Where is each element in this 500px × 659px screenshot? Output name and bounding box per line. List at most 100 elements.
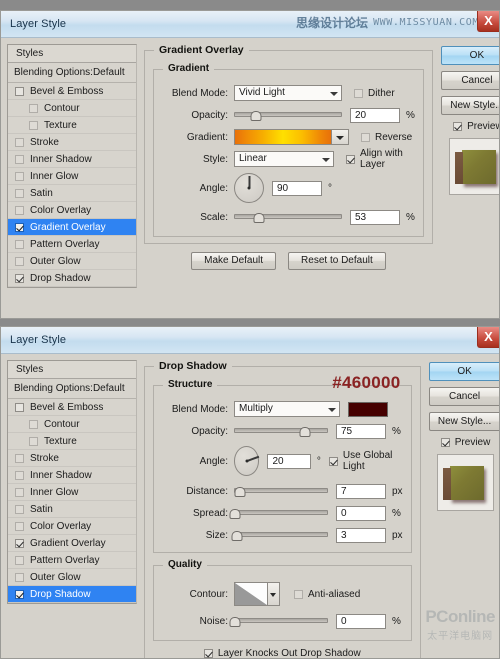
sidebar-item-color-overlay[interactable]: Color Overlay bbox=[8, 202, 136, 219]
slider-thumb[interactable] bbox=[229, 509, 240, 519]
checkbox-icon[interactable] bbox=[15, 189, 24, 198]
checkbox-icon[interactable] bbox=[354, 89, 363, 98]
checkbox-icon[interactable] bbox=[15, 488, 24, 497]
sidebar-item-stroke[interactable]: Stroke bbox=[8, 134, 136, 151]
checkbox-icon[interactable] bbox=[15, 257, 24, 266]
checkbox-icon[interactable] bbox=[15, 274, 24, 283]
blend-mode-select[interactable]: Multiply bbox=[234, 401, 340, 417]
slider-thumb[interactable] bbox=[234, 487, 245, 497]
angle-dial[interactable] bbox=[234, 173, 264, 203]
checkbox-icon[interactable] bbox=[15, 573, 24, 582]
sidebar-item-bevel-emboss[interactable]: Bevel & Emboss bbox=[8, 399, 136, 416]
size-input[interactable]: 3 bbox=[336, 528, 386, 543]
blend-mode-select[interactable]: Vivid Light bbox=[234, 85, 342, 101]
sidebar-item-gradient-overlay[interactable]: Gradient Overlay bbox=[8, 535, 136, 552]
size-slider[interactable] bbox=[234, 528, 328, 542]
opacity-slider[interactable] bbox=[234, 424, 328, 438]
ok-button[interactable]: OK bbox=[429, 362, 500, 381]
reset-to-default-button[interactable]: Reset to Default bbox=[288, 252, 386, 270]
checkbox-icon[interactable] bbox=[15, 590, 24, 599]
new-style-button[interactable]: New Style... bbox=[441, 96, 500, 115]
sidebar-item-satin[interactable]: Satin bbox=[8, 185, 136, 202]
ok-button[interactable]: OK bbox=[441, 46, 500, 65]
sidebar-item-satin[interactable]: Satin bbox=[8, 501, 136, 518]
blending-options-row[interactable]: Blending Options:Default bbox=[8, 63, 136, 83]
checkbox-icon[interactable] bbox=[15, 138, 24, 147]
sidebar-item-drop-shadow[interactable]: Drop Shadow bbox=[8, 270, 136, 287]
dither-checkbox[interactable]: Dither bbox=[354, 88, 395, 99]
gradient-picker[interactable] bbox=[234, 129, 349, 145]
distance-slider[interactable] bbox=[234, 484, 328, 498]
use-global-light-checkbox[interactable]: Use Global Light bbox=[329, 450, 403, 472]
checkbox-icon[interactable] bbox=[15, 206, 24, 215]
contour-preview[interactable] bbox=[234, 582, 268, 606]
slider-thumb[interactable] bbox=[229, 617, 240, 627]
noise-slider[interactable] bbox=[234, 614, 328, 628]
gradient-dropdown-button[interactable] bbox=[332, 129, 349, 145]
sidebar-item-drop-shadow[interactable]: Drop Shadow bbox=[8, 586, 136, 603]
close-icon[interactable]: X bbox=[477, 327, 499, 348]
layer-knocks-out-checkbox[interactable]: Layer Knocks Out Drop Shadow bbox=[204, 648, 361, 659]
checkbox-icon[interactable] bbox=[29, 104, 38, 113]
opacity-slider[interactable] bbox=[234, 108, 342, 122]
sidebar-item-contour[interactable]: Contour bbox=[8, 100, 136, 117]
checkbox-icon[interactable] bbox=[204, 649, 213, 658]
sidebar-item-inner-shadow[interactable]: Inner Shadow bbox=[8, 467, 136, 484]
checkbox-icon[interactable] bbox=[15, 155, 24, 164]
sidebar-item-inner-glow[interactable]: Inner Glow bbox=[8, 168, 136, 185]
checkbox-icon[interactable] bbox=[15, 539, 24, 548]
distance-input[interactable]: 7 bbox=[336, 484, 386, 499]
align-with-layer-checkbox[interactable]: Align with Layer bbox=[346, 148, 415, 170]
slider-thumb[interactable] bbox=[231, 531, 242, 541]
checkbox-icon[interactable] bbox=[15, 403, 24, 412]
checkbox-icon[interactable] bbox=[15, 471, 24, 480]
checkbox-icon[interactable] bbox=[15, 87, 24, 96]
preview-checkbox[interactable]: Preview bbox=[429, 437, 500, 448]
slider-thumb[interactable] bbox=[299, 427, 310, 437]
sidebar-item-texture[interactable]: Texture bbox=[8, 433, 136, 450]
checkbox-icon[interactable] bbox=[453, 122, 462, 131]
sidebar-item-inner-shadow[interactable]: Inner Shadow bbox=[8, 151, 136, 168]
checkbox-icon[interactable] bbox=[15, 556, 24, 565]
angle-dial[interactable] bbox=[234, 446, 259, 476]
noise-input[interactable]: 0 bbox=[336, 614, 386, 629]
checkbox-icon[interactable] bbox=[329, 457, 338, 466]
angle-input[interactable]: 20 bbox=[267, 454, 310, 469]
checkbox-icon[interactable] bbox=[294, 590, 303, 599]
reverse-checkbox[interactable]: Reverse bbox=[361, 132, 412, 143]
sidebar-item-inner-glow[interactable]: Inner Glow bbox=[8, 484, 136, 501]
contour-picker[interactable] bbox=[234, 582, 280, 606]
checkbox-icon[interactable] bbox=[29, 420, 38, 429]
spread-input[interactable]: 0 bbox=[336, 506, 386, 521]
sidebar-item-texture[interactable]: Texture bbox=[8, 117, 136, 134]
sidebar-item-stroke[interactable]: Stroke bbox=[8, 450, 136, 467]
checkbox-icon[interactable] bbox=[29, 437, 38, 446]
checkbox-icon[interactable] bbox=[441, 438, 450, 447]
contour-dropdown-button[interactable] bbox=[268, 582, 280, 606]
cancel-button[interactable]: Cancel bbox=[429, 387, 500, 406]
sidebar-item-bevel-emboss[interactable]: Bevel & Emboss bbox=[8, 83, 136, 100]
sidebar-item-gradient-overlay[interactable]: Gradient Overlay bbox=[8, 219, 136, 236]
gradient-style-select[interactable]: Linear bbox=[234, 151, 334, 167]
sidebar-item-color-overlay[interactable]: Color Overlay bbox=[8, 518, 136, 535]
checkbox-icon[interactable] bbox=[15, 454, 24, 463]
preview-checkbox[interactable]: Preview bbox=[441, 121, 500, 132]
checkbox-icon[interactable] bbox=[29, 121, 38, 130]
scale-slider[interactable] bbox=[234, 210, 342, 224]
checkbox-icon[interactable] bbox=[346, 155, 355, 164]
sidebar-item-pattern-overlay[interactable]: Pattern Overlay bbox=[8, 236, 136, 253]
checkbox-icon[interactable] bbox=[15, 522, 24, 531]
checkbox-icon[interactable] bbox=[361, 133, 370, 142]
slider-thumb[interactable] bbox=[253, 213, 264, 223]
gradient-preview-bar[interactable] bbox=[234, 129, 332, 145]
make-default-button[interactable]: Make Default bbox=[191, 252, 276, 270]
opacity-input[interactable]: 20 bbox=[350, 108, 400, 123]
scale-input[interactable]: 53 bbox=[350, 210, 400, 225]
new-style-button[interactable]: New Style... bbox=[429, 412, 500, 431]
checkbox-icon[interactable] bbox=[15, 240, 24, 249]
checkbox-icon[interactable] bbox=[15, 172, 24, 181]
spread-slider[interactable] bbox=[234, 506, 328, 520]
opacity-input[interactable]: 75 bbox=[336, 424, 386, 439]
sidebar-item-outer-glow[interactable]: Outer Glow bbox=[8, 253, 136, 270]
close-icon[interactable]: X bbox=[477, 11, 499, 32]
